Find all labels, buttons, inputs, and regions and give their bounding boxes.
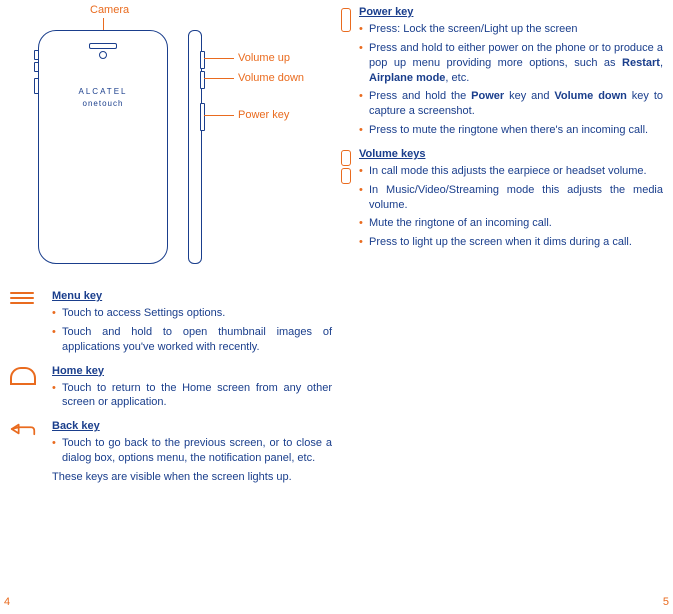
home-key-heading: Home key [52, 365, 332, 377]
page-left: Camera ALCATEL onetouch Volume up Volume… [0, 0, 336, 614]
phone-logo-2: onetouch [39, 99, 167, 108]
home-key-block: Home key •Touch to return to the Home sc… [10, 365, 332, 415]
menu-bullet-0: Touch to access Settings options. [62, 306, 332, 321]
back-key-heading: Back key [52, 420, 332, 432]
phone-diagram: Camera ALCATEL onetouch Volume up Volume… [10, 10, 320, 270]
page-number-right: 5 [663, 596, 669, 608]
callout-line-voldown [204, 78, 234, 79]
side-key-vol-down [200, 71, 205, 89]
phone-camera-dot [99, 51, 107, 59]
menu-bullet-1: Touch and hold to open thumbnail images … [62, 325, 332, 355]
phone-speaker [89, 43, 117, 49]
power-bullet-0: Press: Lock the screen/Light up the scre… [369, 22, 663, 37]
side-key-vol-up [200, 51, 205, 69]
home-icon [10, 367, 36, 383]
menu-icon [10, 292, 34, 306]
volume-bullet-0: In call mode this adjusts the earpiece o… [369, 164, 663, 179]
volume-bullet-3: Press to light up the screen when it dim… [369, 235, 663, 250]
back-bullet-0: Touch to go back to the previous screen,… [62, 436, 332, 466]
callout-line-volup [204, 58, 234, 59]
camera-label: Camera [90, 4, 129, 16]
phone-logo-1: ALCATEL [39, 87, 167, 96]
menu-key-heading: Menu key [52, 290, 332, 302]
power-icon [341, 8, 351, 32]
menu-key-block: Menu key •Touch to access Settings optio… [10, 290, 332, 359]
callout-line-power [204, 115, 234, 116]
power-bullet-2: Press and hold the Power key and Volume … [369, 89, 663, 119]
volume-down-label: Volume down [238, 72, 304, 84]
volume-keys-block: Volume keys •In call mode this adjusts t… [341, 148, 663, 254]
page-right: Power key •Press: Lock the screen/Light … [337, 0, 673, 614]
power-bullet-3: Press to mute the ringtone when there's … [369, 123, 663, 138]
volume-up-label: Volume up [238, 52, 290, 64]
home-bullet-0: Touch to return to the Home screen from … [62, 381, 332, 411]
power-bullet-1: Press and hold to either power on the ph… [369, 41, 663, 86]
keys-note: These keys are visible when the screen l… [52, 470, 332, 485]
back-key-block: Back key •Touch to go back to the previo… [10, 420, 332, 485]
volume-keys-heading: Volume keys [359, 148, 663, 160]
power-key-label: Power key [238, 109, 289, 121]
power-key-block: Power key •Press: Lock the screen/Light … [341, 6, 663, 142]
right-key-descriptions: Power key •Press: Lock the screen/Light … [341, 6, 663, 260]
volume-bullet-1: In Music/Video/Streaming mode this adjus… [369, 183, 663, 213]
back-icon [10, 422, 52, 439]
phone-side [188, 30, 202, 264]
phone-front: ALCATEL onetouch [38, 30, 168, 264]
volume-bullet-2: Mute the ringtone of an incoming call. [369, 216, 663, 231]
volume-icon [341, 150, 359, 184]
page-number-left: 4 [4, 596, 10, 608]
power-key-heading: Power key [359, 6, 663, 18]
side-key-power [200, 103, 205, 131]
left-key-descriptions: Menu key •Touch to access Settings optio… [10, 290, 332, 491]
